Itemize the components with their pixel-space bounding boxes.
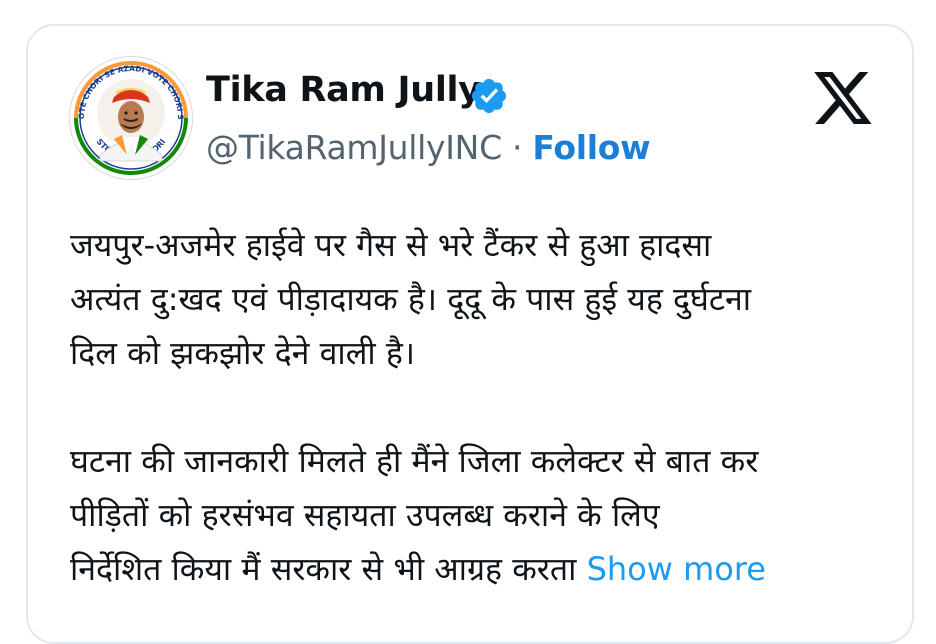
- x-logo-icon[interactable]: [814, 72, 872, 124]
- user-handle[interactable]: @TikaRamJullyINC: [206, 128, 502, 167]
- handle-row: @TikaRamJullyINC · Follow: [206, 128, 651, 167]
- show-more-link[interactable]: Show more: [587, 550, 766, 588]
- tweet-card[interactable]: VOTE CHORI SE AZADI VOTE CHORI SE STOP V…: [26, 24, 914, 644]
- follow-button[interactable]: Follow: [532, 128, 650, 167]
- tweet-paragraph-2: घटना की जानकारी मिलते ही मैंने जिला कलेक…: [70, 434, 900, 596]
- avatar-image: VOTE CHORI SE AZADI VOTE CHORI SE STOP V…: [70, 57, 191, 178]
- profile-avatar[interactable]: VOTE CHORI SE AZADI VOTE CHORI SE STOP V…: [69, 56, 193, 180]
- tweet-paragraph-1: जयपुर-अजमेर हाईवे पर गैस से भरे टैंकर से…: [70, 226, 752, 372]
- verified-badge-icon: [471, 78, 507, 114]
- display-name[interactable]: Tika Ram Jully: [206, 70, 481, 110]
- separator-dot: ·: [512, 128, 523, 167]
- tweet-body: जयपुर-अजमेर हाईवे पर गैस से भरे टैंकर से…: [70, 218, 900, 596]
